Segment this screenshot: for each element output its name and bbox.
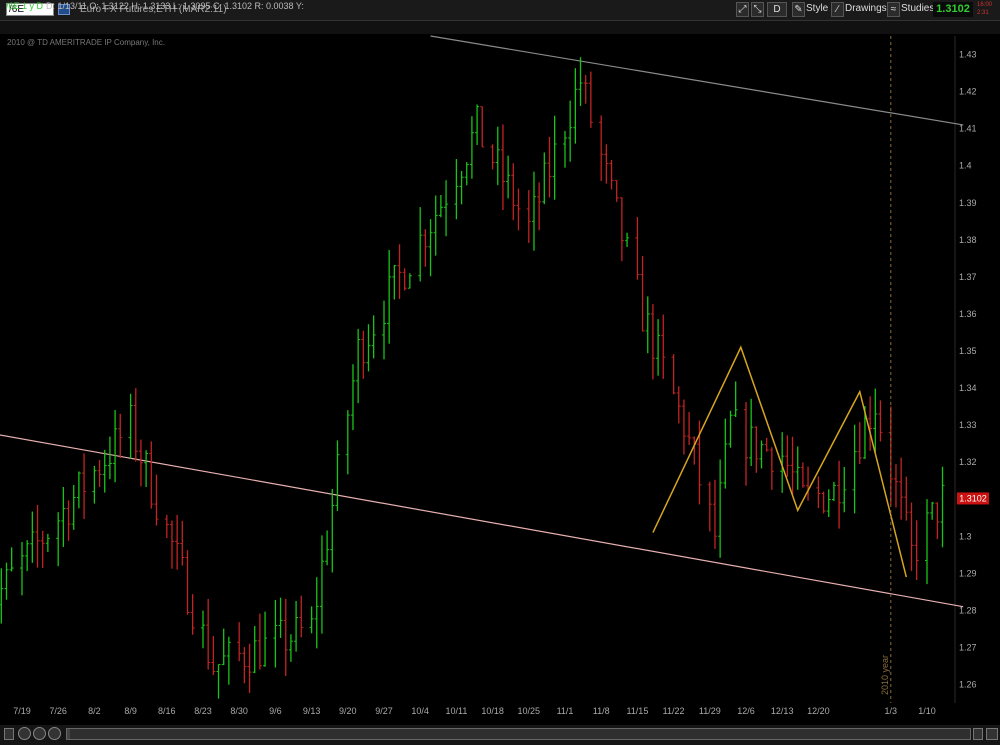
date-tick-label: 11/15 [626, 706, 648, 716]
date-tick-label: 7/26 [49, 706, 67, 716]
settings-icon[interactable] [986, 728, 998, 740]
zoom-in-icon[interactable] [18, 727, 31, 740]
date-tick-label: 8/2 [88, 706, 101, 716]
year-divider-label: 2010 year [880, 655, 890, 695]
price-tick-label: 1.43 [959, 50, 977, 60]
price-tick-label: 1.42 [959, 87, 977, 97]
date-tick-label: 8/16 [158, 706, 176, 716]
scroll-left-icon[interactable] [4, 728, 14, 740]
price-tick-label: 1.34 [959, 383, 977, 393]
price-tick-label: 1.36 [959, 309, 977, 319]
date-tick-label: 10/18 [481, 706, 504, 716]
zoom-out-icon[interactable] [33, 727, 46, 740]
price-tick-label: 1.35 [959, 346, 977, 356]
current-price-label: 1.3102 [959, 493, 987, 503]
date-tick-label: 10/11 [445, 706, 467, 716]
price-tick-label: 1.29 [959, 568, 977, 578]
price-tick-label: 1.32 [959, 457, 977, 467]
scroll-right-icon[interactable] [973, 728, 983, 740]
date-tick-label: 7/19 [13, 706, 31, 716]
scrollbar-thumb[interactable] [70, 729, 970, 739]
date-tick-label: 10/25 [518, 706, 541, 716]
date-tick-label: 1/3 [885, 706, 898, 716]
reset-zoom-icon[interactable] [48, 727, 61, 740]
date-tick-label: 8/23 [194, 706, 212, 716]
date-tick-label: 8/30 [230, 706, 248, 716]
date-tick-label: 11/8 [593, 706, 610, 716]
date-tick-label: 12/13 [771, 706, 794, 716]
price-tick-label: 1.37 [959, 272, 977, 282]
date-tick-label: 9/13 [303, 706, 321, 716]
date-tick-label: 8/9 [124, 706, 137, 716]
date-tick-label: 12/6 [737, 706, 755, 716]
price-chart[interactable]: 1.261.271.281.291.31.311.321.331.341.351… [0, 0, 1000, 745]
price-tick-label: 1.27 [959, 642, 977, 652]
price-tick-label: 1.38 [959, 235, 977, 245]
upper-trendline [430, 35, 964, 126]
date-tick-label: 9/20 [339, 706, 357, 716]
date-tick-label: 10/4 [411, 706, 429, 716]
pattern-drawing [652, 345, 908, 578]
price-tick-label: 1.26 [959, 679, 977, 689]
price-tick-label: 1.39 [959, 198, 977, 208]
date-tick-label: 11/1 [557, 706, 574, 716]
date-tick-label: 11/22 [663, 706, 685, 716]
date-tick-label: 9/6 [269, 706, 282, 716]
date-tick-label: 9/27 [375, 706, 393, 716]
price-tick-label: 1.33 [959, 420, 977, 430]
lower-trendline [0, 434, 964, 608]
date-tick-label: 11/29 [699, 706, 721, 716]
price-tick-label: 1.3 [959, 531, 972, 541]
date-tick-label: 12/20 [807, 706, 830, 716]
date-tick-label: 1/10 [918, 706, 936, 716]
price-tick-label: 1.4 [959, 161, 972, 171]
